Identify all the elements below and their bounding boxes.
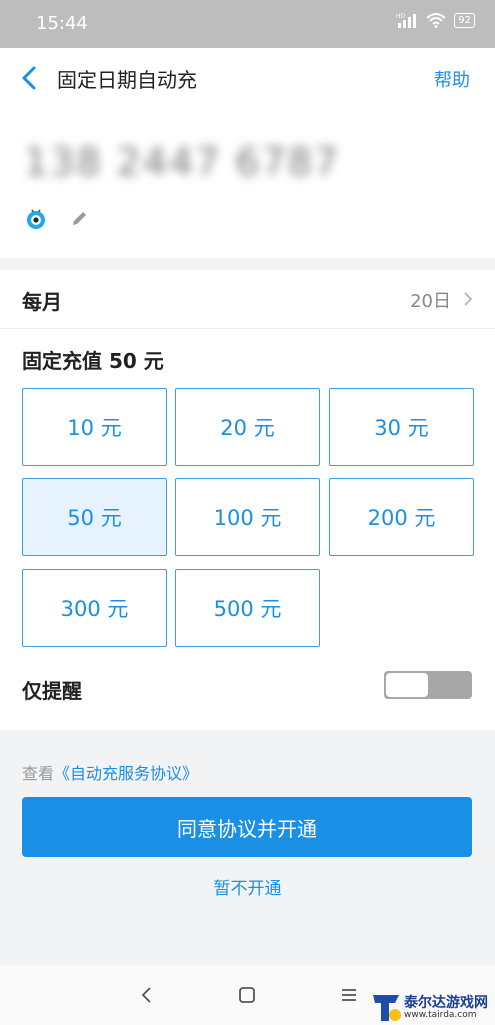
amount-option[interactable]: 200 元: [329, 478, 474, 556]
nav-back-icon[interactable]: [135, 983, 159, 1007]
phone-number: 138 2447 6787: [24, 140, 341, 184]
amount-option[interactable]: 30 元: [329, 388, 474, 466]
battery-icon: 92: [454, 12, 475, 28]
schedule-value: 20日: [410, 291, 451, 312]
chevron-right-icon: [464, 292, 473, 306]
watermark-name: 泰尔达游戏网: [404, 995, 488, 1011]
amount-option[interactable]: 100 元: [175, 478, 320, 556]
toggle-knob: [386, 673, 428, 697]
amount-option[interactable]: 300 元: [22, 569, 167, 647]
mascot-eye-icon: [27, 209, 45, 229]
schedule-row[interactable]: 每月 20日: [0, 270, 495, 329]
agreement-text: 查看《自动充服务协议》: [22, 760, 198, 784]
amount-option[interactable]: 20 元: [175, 388, 320, 466]
agreement-link[interactable]: 《自动充服务协议》: [54, 764, 198, 783]
help-button[interactable]: 帮助: [434, 66, 470, 92]
amount-title: 固定充值 50 元: [22, 349, 164, 373]
signal-icon: HD: [396, 13, 417, 28]
pencil-icon[interactable]: [70, 208, 90, 228]
remind-only-toggle[interactable]: [384, 671, 472, 699]
amount-option-selected[interactable]: 50 元: [22, 478, 167, 556]
page-title: 固定日期自动充: [57, 68, 197, 92]
amount-option[interactable]: 500 元: [175, 569, 320, 647]
chevron-left-icon[interactable]: [18, 62, 42, 94]
nav-menu-icon[interactable]: [337, 983, 361, 1007]
agree-and-activate-button[interactable]: 同意协议并开通: [22, 797, 472, 857]
not-now-link[interactable]: 暂不开通: [0, 874, 495, 899]
status-bar: 15:44 HD 92: [0, 0, 495, 48]
agreement-prefix: 查看: [22, 764, 55, 783]
signal-hd-label: HD: [396, 13, 406, 20]
amount-option[interactable]: 10 元: [22, 388, 167, 466]
status-icons: HD 92: [396, 12, 475, 28]
schedule-label: 每月: [22, 290, 62, 314]
remind-only-label: 仅提醒: [22, 679, 82, 703]
watermark-url: www.tairda.com: [404, 1010, 477, 1020]
status-time: 15:44: [36, 13, 88, 34]
section-divider: [0, 258, 495, 270]
nav-home-icon[interactable]: [235, 983, 259, 1007]
wifi-icon: [426, 13, 446, 28]
app-bar: 固定日期自动充 帮助: [0, 48, 495, 108]
